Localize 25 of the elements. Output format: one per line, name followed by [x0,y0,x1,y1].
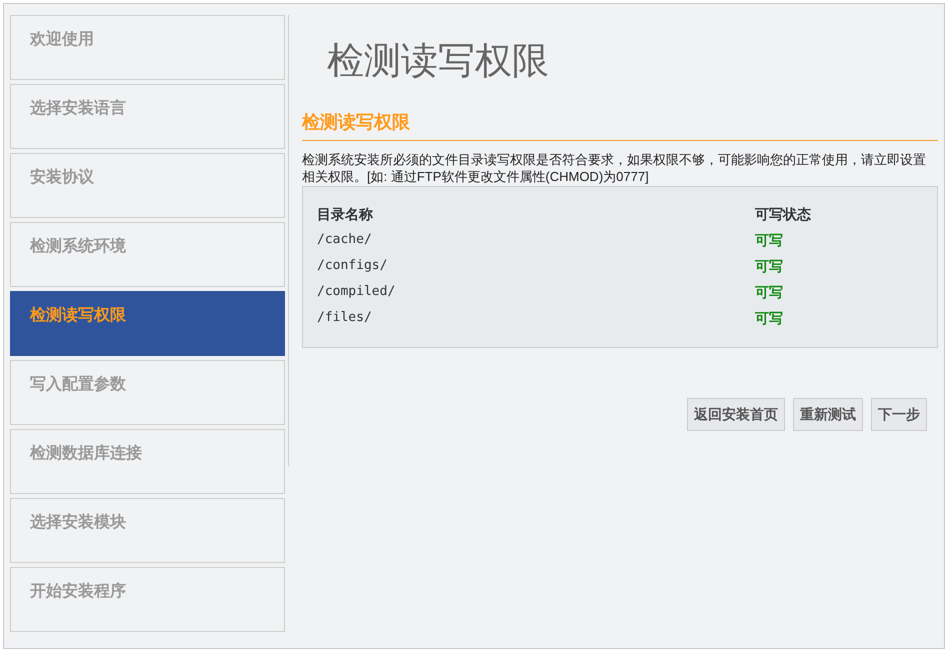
sidebar-item[interactable]: 选择安装模块 [10,498,285,563]
table-cell-text: /cache/ [317,231,373,250]
description-text: 检测系统安装所必须的文件目录读写权限是否符合要求，如果权限不够，可能影响您的正常使用，请立即设置相关权限。[如: 通过FTP软件更改文件属性(CHMOD)为0777] [302,151,927,185]
action-button[interactable]: 返回安装首页 [687,398,785,431]
action-button[interactable]: 下一步 [871,398,927,431]
sidebar-item[interactable]: 写入配置参数 [10,360,285,425]
sidebar-item[interactable]: 开始安装程序 [10,567,285,632]
action-button[interactable]: 重新测试 [793,398,863,431]
table-cell-text: /configs/ [317,257,388,276]
column-header: 可写状态 [755,204,811,224]
status-text: 可写 [755,230,783,250]
table-cell-text: /compiled/ [317,283,396,302]
table-cell-text: /files/ [317,309,373,328]
sidebar-item[interactable]: 检测读写权限 [10,291,285,356]
sidebar-item[interactable]: 安装协议 [10,153,285,218]
section-heading: 检测读写权限 [302,109,938,141]
status-text: 可写 [755,308,783,328]
sidebar-item[interactable]: 检测系统环境 [10,222,285,287]
status-text: 可写 [755,256,783,276]
sidebar-item[interactable]: 检测数据库连接 [10,429,285,494]
status-text: 可写 [755,282,783,302]
sidebar-item[interactable]: 选择安装语言 [10,84,285,149]
sidebar-item[interactable]: 欢迎使用 [10,15,285,80]
column-header: 目录名称 [317,204,374,224]
page-title: 检测读写权限 [327,38,550,84]
